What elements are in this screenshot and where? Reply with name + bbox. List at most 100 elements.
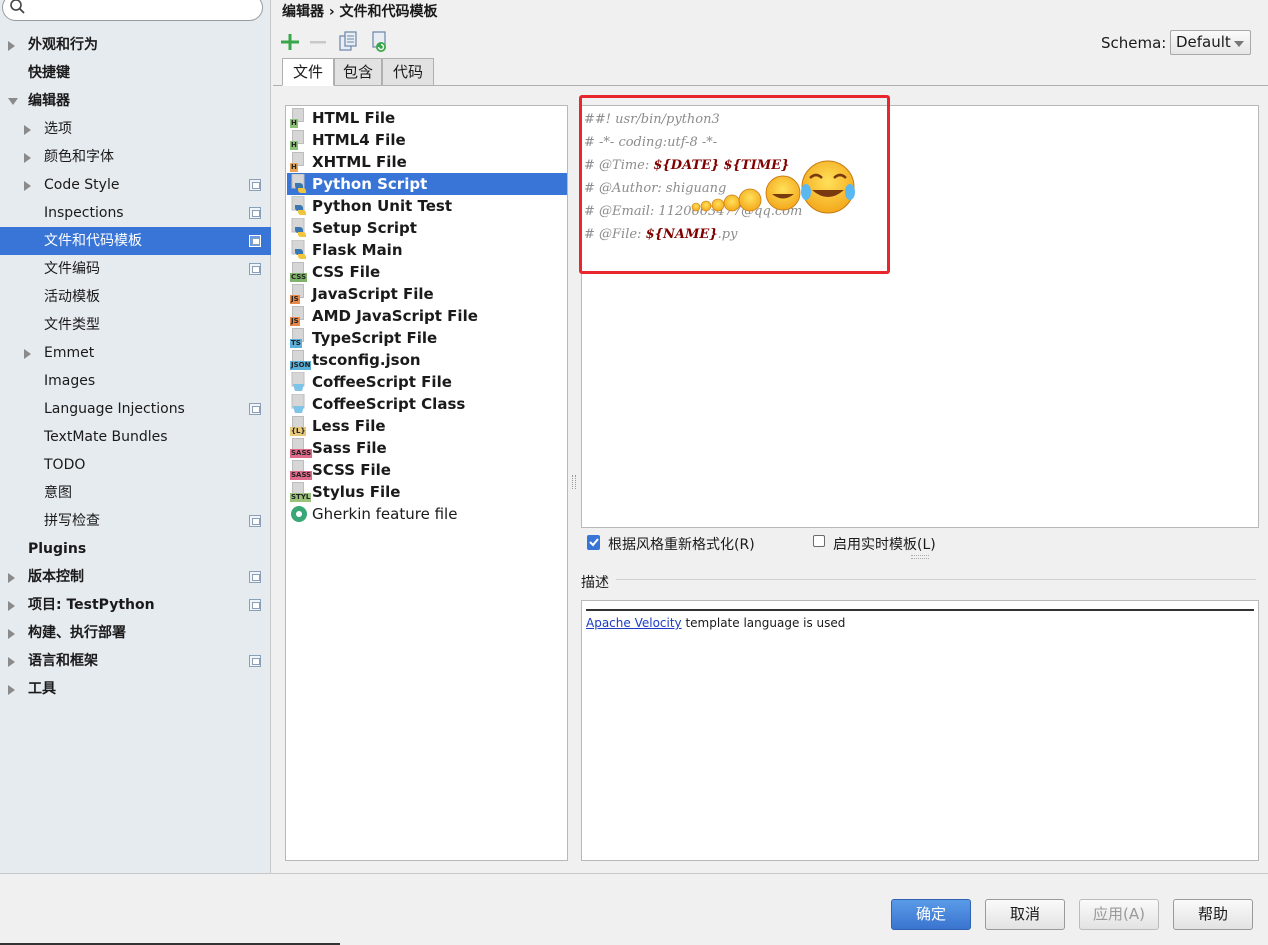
template-list-item[interactable]: JS AMD JavaScript File bbox=[287, 305, 567, 327]
file-type-icon: TS bbox=[290, 328, 308, 348]
remove-icon[interactable] bbox=[306, 30, 330, 54]
project-scope-icon bbox=[249, 235, 261, 247]
sidebar-item[interactable]: Emmet bbox=[0, 339, 271, 367]
live-template-checkbox[interactable] bbox=[813, 535, 825, 547]
sidebar-item[interactable]: 文件编码 bbox=[0, 255, 271, 283]
template-list-item[interactable]: SASS SCSS File bbox=[287, 459, 567, 481]
sidebar-item-label: 编辑器 bbox=[28, 93, 70, 109]
chevron-right-icon[interactable] bbox=[8, 573, 15, 583]
sidebar-item-label: 选项 bbox=[44, 121, 72, 137]
sidebar-item[interactable]: 项目: TestPython bbox=[0, 591, 271, 619]
template-list-item[interactable]: H XHTML File bbox=[287, 151, 567, 173]
coffeescript-file-icon bbox=[290, 371, 308, 392]
chevron-right-icon[interactable] bbox=[24, 125, 31, 135]
sidebar-item[interactable]: 版本控制 bbox=[0, 563, 271, 591]
template-list-item[interactable]: Gherkin feature file bbox=[287, 503, 567, 525]
template-list-item[interactable]: Python Script bbox=[287, 173, 567, 195]
chevron-down-icon[interactable] bbox=[8, 98, 18, 105]
sidebar-item-label: Code Style bbox=[44, 177, 120, 193]
add-icon[interactable] bbox=[278, 30, 302, 54]
sidebar-item[interactable]: 文件类型 bbox=[0, 311, 271, 339]
chevron-right-icon[interactable] bbox=[24, 181, 31, 191]
template-list-item[interactable]: SASS Sass File bbox=[287, 437, 567, 459]
chevron-right-icon[interactable] bbox=[8, 657, 15, 667]
template-name: CoffeeScript Class bbox=[312, 395, 466, 413]
apache-velocity-link[interactable]: Apache Velocity bbox=[586, 616, 682, 630]
sidebar-item[interactable]: 快捷键 bbox=[0, 59, 271, 87]
sidebar-item-label: 快捷键 bbox=[28, 65, 70, 81]
sidebar-item[interactable]: 选项 bbox=[0, 115, 271, 143]
apply-button[interactable]: 应用(A) bbox=[1079, 899, 1159, 930]
description-text: Apache Velocity template language is use… bbox=[586, 616, 845, 630]
dialog-button-bar: 确定 取消 应用(A) 帮助 bbox=[0, 873, 1268, 945]
settings-search-input[interactable] bbox=[2, 0, 263, 21]
template-list-item[interactable]: {L} Less File bbox=[287, 415, 567, 437]
schema-value: Default bbox=[1176, 33, 1231, 51]
sidebar-item[interactable]: 活动模板 bbox=[0, 283, 271, 311]
chevron-down-icon bbox=[1234, 41, 1244, 47]
chevron-right-icon[interactable] bbox=[24, 153, 31, 163]
template-list-item[interactable]: CoffeeScript Class bbox=[287, 393, 567, 415]
sidebar-item[interactable]: Inspections bbox=[0, 199, 271, 227]
sidebar-item[interactable]: 意图 bbox=[0, 479, 271, 507]
template-list-item[interactable]: Setup Script bbox=[287, 217, 567, 239]
sidebar-item[interactable]: 工具 bbox=[0, 675, 271, 703]
template-list-item[interactable]: TS TypeScript File bbox=[287, 327, 567, 349]
sidebar-item[interactable]: 外观和行为 bbox=[0, 31, 271, 59]
template-list-item[interactable]: CSS CSS File bbox=[287, 261, 567, 283]
horizontal-splitter-handle[interactable] bbox=[911, 555, 929, 559]
schema-dropdown[interactable]: Default bbox=[1170, 30, 1251, 55]
page-title-breadcrumb: 编辑器 › 文件和代码模板 bbox=[282, 4, 438, 20]
chevron-right-icon[interactable] bbox=[8, 601, 15, 611]
template-list-item[interactable]: JS JavaScript File bbox=[287, 283, 567, 305]
template-list-item[interactable]: Python Unit Test bbox=[287, 195, 567, 217]
template-name: Sass File bbox=[312, 439, 387, 457]
sidebar-item[interactable]: TODO bbox=[0, 451, 271, 479]
chevron-right-icon[interactable] bbox=[8, 685, 15, 695]
template-list-item[interactable]: H HTML File bbox=[287, 107, 567, 129]
sidebar-item[interactable]: 拼写检查 bbox=[0, 507, 271, 535]
template-list-item[interactable]: H HTML4 File bbox=[287, 129, 567, 151]
sidebar-item-label: TODO bbox=[44, 457, 86, 473]
reformat-check-icon[interactable] bbox=[586, 534, 601, 551]
cancel-button[interactable]: 取消 bbox=[985, 899, 1065, 930]
ok-button[interactable]: 确定 bbox=[891, 899, 971, 930]
sidebar-item-label: 文件类型 bbox=[44, 317, 100, 333]
project-scope-icon bbox=[249, 515, 261, 527]
sidebar-item-label: 活动模板 bbox=[44, 289, 100, 305]
sidebar-item[interactable]: TextMate Bundles bbox=[0, 423, 271, 451]
sidebar-item[interactable]: 颜色和字体 bbox=[0, 143, 271, 171]
copy-icon[interactable] bbox=[336, 30, 360, 54]
template-list-item[interactable]: JSON tsconfig.json bbox=[287, 349, 567, 371]
template-list-item[interactable]: STYL Stylus File bbox=[287, 481, 567, 503]
chevron-right-icon[interactable] bbox=[24, 349, 31, 359]
chevron-right-icon[interactable] bbox=[8, 629, 15, 639]
project-scope-icon bbox=[249, 571, 261, 583]
sidebar-item-label: 项目: TestPython bbox=[28, 597, 155, 613]
tab-files[interactable]: 文件 bbox=[282, 58, 334, 86]
sidebar-item[interactable]: 编辑器 bbox=[0, 87, 271, 115]
sidebar-item[interactable]: Images bbox=[0, 367, 271, 395]
chevron-right-icon[interactable] bbox=[8, 41, 15, 51]
sidebar-item[interactable]: 语言和框架 bbox=[0, 647, 271, 675]
vertical-splitter-handle[interactable] bbox=[572, 475, 576, 489]
description-body: template language is used bbox=[681, 616, 846, 630]
sidebar-item-label: 拼写检查 bbox=[44, 513, 100, 529]
sidebar-item-label: 版本控制 bbox=[28, 569, 84, 585]
reset-icon[interactable] bbox=[368, 30, 392, 54]
sidebar-item[interactable]: Language Injections bbox=[0, 395, 271, 423]
file-type-icon: SASS bbox=[290, 460, 313, 480]
template-name: JavaScript File bbox=[312, 285, 434, 303]
description-title: 描述 bbox=[581, 575, 609, 591]
sidebar-item[interactable]: Plugins bbox=[0, 535, 271, 563]
sidebar-item[interactable]: 构建、执行部署 bbox=[0, 619, 271, 647]
template-file-list[interactable]: H HTML File H HTML4 File H XHTML File Python S… bbox=[285, 105, 568, 861]
template-list-item[interactable]: Flask Main bbox=[287, 239, 567, 261]
help-button[interactable]: 帮助 bbox=[1173, 899, 1253, 930]
sidebar-item[interactable]: Code Style bbox=[0, 171, 271, 199]
tab-code[interactable]: 代码 bbox=[382, 58, 434, 86]
sidebar-item-label: Emmet bbox=[44, 345, 95, 361]
template-list-item[interactable]: CoffeeScript File bbox=[287, 371, 567, 393]
sidebar-item[interactable]: 文件和代码模板 bbox=[0, 227, 271, 255]
tab-includes[interactable]: 包含 bbox=[334, 58, 382, 86]
